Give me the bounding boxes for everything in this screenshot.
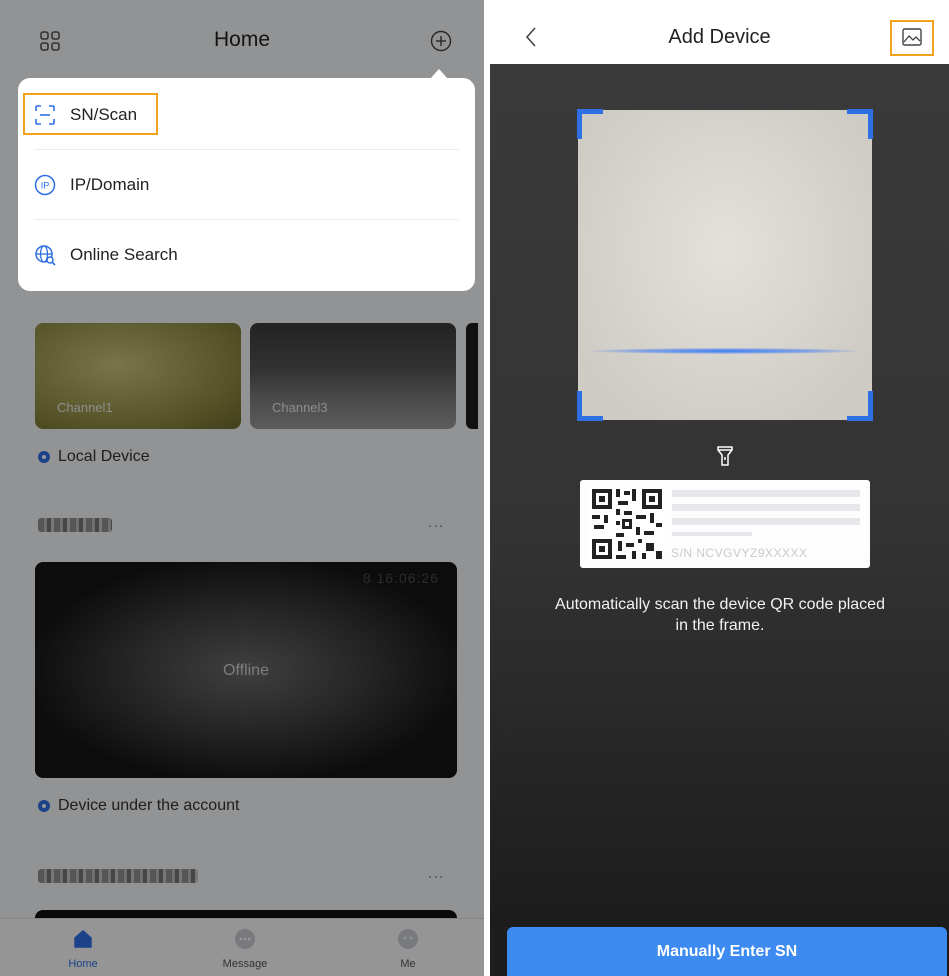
flashlight-icon[interactable]	[717, 446, 733, 466]
sn-text: S/N NCVGVYZ9XXXXX	[671, 546, 808, 560]
scan-hint: Automatically scan the device QR code pl…	[555, 596, 885, 634]
label-line	[672, 490, 860, 497]
label-line	[672, 504, 860, 511]
add-device-screen: Add Device S/N NCVGVYZ9XXXXX Automatical…	[490, 0, 949, 976]
frame-corner	[577, 391, 603, 421]
home-screen: Home Channel1 Channel3 Local Device ... …	[0, 0, 484, 976]
scan-line	[592, 348, 858, 354]
menu-item-ip-domain[interactable]: IP IP/Domain	[34, 150, 459, 220]
globe-search-icon	[35, 245, 56, 266]
label-line	[672, 532, 752, 536]
page-title: Add Device	[668, 26, 771, 48]
manually-enter-sn-button[interactable]: Manually Enter SN	[507, 927, 947, 976]
ip-icon: IP	[34, 174, 56, 196]
qr-code-icon	[590, 487, 664, 561]
scan-frame	[577, 109, 873, 421]
menu-item-label: Online Search	[70, 245, 178, 264]
device-label-example: S/N NCVGVYZ9XXXXX	[580, 480, 870, 568]
highlight-box	[890, 20, 934, 56]
svg-text:IP: IP	[41, 181, 50, 191]
highlight-box	[23, 93, 158, 135]
frame-corner	[577, 109, 603, 139]
label-line	[672, 518, 860, 525]
add-device-header: Add Device	[490, 0, 949, 64]
frame-corner	[847, 391, 873, 421]
menu-item-online-search[interactable]: Online Search	[34, 220, 459, 290]
menu-item-label: IP/Domain	[70, 175, 150, 194]
frame-corner	[847, 109, 873, 139]
